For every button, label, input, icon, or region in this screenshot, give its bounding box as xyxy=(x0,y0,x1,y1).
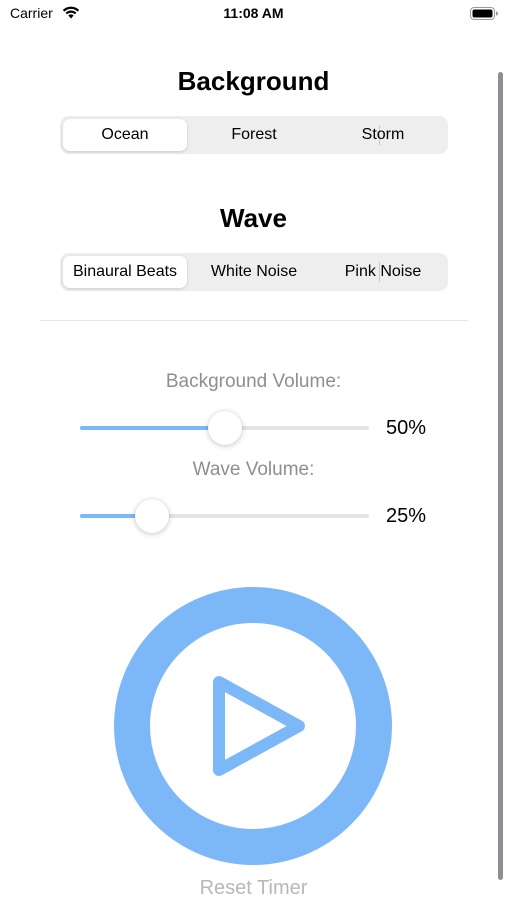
wave-volume-label: Wave Volume: xyxy=(192,459,315,480)
background-segmented-control: Ocean Forest Storm xyxy=(60,116,448,154)
section-divider xyxy=(40,320,468,321)
status-time: 11:08 AM xyxy=(223,5,284,21)
segment-forest[interactable]: Forest xyxy=(192,119,316,151)
wave-volume-value: 25% xyxy=(386,505,427,527)
wave-segmented-control: Binaural Beats White Noise Pink Noise xyxy=(60,253,448,291)
reset-timer-button[interactable]: Reset Timer xyxy=(0,877,507,900)
battery-icon xyxy=(470,7,498,25)
play-icon xyxy=(114,587,392,865)
wave-volume-slider[interactable] xyxy=(80,499,369,533)
wave-title: Wave xyxy=(220,203,287,233)
status-bar: Carrier 11:08 AM xyxy=(0,0,507,28)
play-button[interactable] xyxy=(113,586,393,866)
slider-fill xyxy=(80,426,225,430)
slider-thumb[interactable] xyxy=(135,499,170,533)
segment-binaural-beats[interactable]: Binaural Beats xyxy=(63,256,187,288)
slider-thumb[interactable] xyxy=(207,411,242,445)
background-volume-value: 50% xyxy=(386,417,427,439)
background-volume-label: Background Volume: xyxy=(165,371,342,392)
background-title: Background xyxy=(177,66,330,96)
segment-ocean[interactable]: Ocean xyxy=(63,119,187,151)
segment-storm[interactable]: Storm xyxy=(321,119,445,151)
screen: Carrier 11:08 AM Background Ocean Forest… xyxy=(0,0,507,900)
background-volume-slider[interactable] xyxy=(80,411,369,445)
segment-pink-noise[interactable]: Pink Noise xyxy=(321,256,445,288)
segment-white-noise[interactable]: White Noise xyxy=(192,256,316,288)
